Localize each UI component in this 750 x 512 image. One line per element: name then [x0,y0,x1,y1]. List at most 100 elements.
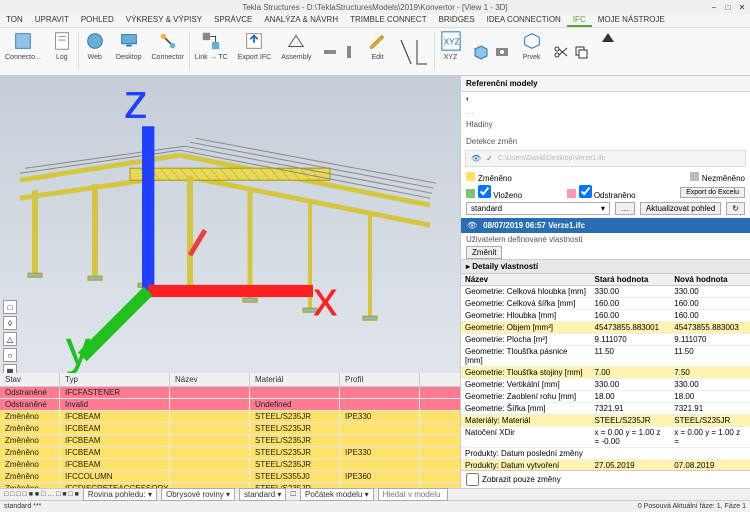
detail-row[interactable]: Geometrie: Objem [mm³]45473855.883001454… [461,322,750,334]
menu-tab-sprvce[interactable]: SPRÁVCE [208,14,258,27]
log-btn[interactable]: Log [46,28,78,75]
vlozeno-check[interactable] [478,185,491,198]
standard-dropdown[interactable]: standard ▾ [466,202,610,215]
table-row[interactable]: ZměněnoIFCBEAMSTEEL/S235JRIPE330 [0,447,460,459]
link-icon [200,30,222,52]
detail-row[interactable]: Produkty: Datum vytvoření27.05.201907.08… [461,460,750,470]
line-tool-icon[interactable] [399,38,413,66]
beam-icon[interactable] [322,44,338,60]
tool-4-icon[interactable]: ○ [3,348,17,362]
update-view-btn[interactable]: Aktualizovat pohled [640,202,721,215]
detail-row[interactable]: Geometrie: Celková hloubka [mm]330.00330… [461,286,750,298]
menu-tab-trimbleconnect[interactable]: TRIMBLE CONNECT [344,14,432,27]
connector-btn[interactable]: Connecto... [0,28,46,75]
back-icon[interactable]: ‹ [466,94,469,103]
desktop-btn[interactable]: Desktop [111,28,147,75]
connector-icon [157,30,179,52]
tool-2-icon[interactable]: ◊ [3,316,17,330]
menu-tab-bridges[interactable]: BRIDGES [433,14,481,27]
bracket-icon[interactable] [415,38,429,66]
status-dropdown1[interactable]: Rovina pohledu: ▾ [83,488,157,501]
mt-col-2[interactable]: Název [170,373,250,386]
prvek-btn[interactable]: Prvek [516,28,548,75]
detail-row[interactable]: Materiály: MateriálSTEEL/S235JRSTEEL/S23… [461,415,750,427]
menu-tab-mojenstroje[interactable]: MOJE NÁSTROJE [592,14,671,27]
link-btn[interactable]: Link → TC [190,28,233,75]
odstraneno-check[interactable] [579,185,592,198]
detail-row[interactable]: Geometrie: Tloušťka stojiny [mm]7.007.50 [461,367,750,379]
menu-tab-vkresyvpisy[interactable]: VÝKRESY & VÝPISY [120,14,208,27]
check-icon[interactable]: ✓ [486,154,493,163]
detekce-label: Detekce změn [461,135,750,148]
eye-icon[interactable]: 👁 [471,154,481,163]
hladiny-label[interactable]: Hladiny [461,118,750,131]
refresh-btn[interactable]: ↻ [726,202,745,215]
details-title[interactable]: Detaily vlastností [472,262,538,271]
xyz-btn[interactable]: XYZ XYZ [435,28,467,75]
table-row[interactable]: ZměněnoIFCBEAMSTEEL/S235JR [0,459,460,471]
show-changes-check[interactable]: Zobrazit pouze změny [466,473,745,486]
export-excel-btn[interactable]: Export do Excelu [680,187,745,198]
table-row[interactable]: ZměněnoIFCBEAMSTEEL/S235JRIPE330 [0,411,460,423]
detail-row[interactable]: Geometrie: Plocha [m²]9.1110709.111070 [461,334,750,346]
detail-row[interactable]: Geometrie: Vertikální [mm]330.00330.00 [461,379,750,391]
table-row[interactable]: OdstraněnéIFCFASTENER [0,387,460,399]
detail-row[interactable]: Geometrie: Šířka [mm]7321.917321.91 [461,403,750,415]
connector2-btn[interactable]: Connector [147,28,189,75]
menu-tab-ifc[interactable]: IFC [567,14,592,27]
eye-icon: 👁 [467,221,477,230]
userprops-label: Uživatelem definované vlastnosti [461,233,750,246]
search-model-input[interactable] [378,488,448,501]
dots: … [461,105,750,118]
assembly-btn[interactable]: Assembly [276,28,316,75]
menu-tab-ton[interactable]: TON [0,14,29,27]
tool-1-icon[interactable]: □ [3,300,17,314]
scissors-icon[interactable] [553,44,569,60]
up-btn[interactable] [594,28,622,75]
close-icon[interactable]: ✕ [737,2,747,12]
edit-btn[interactable]: Edit [362,28,394,75]
status-dropdown4[interactable]: Počátek modelu ▾ [300,488,374,501]
menu-tab-ideaconnection[interactable]: IDEA CONNECTION [481,14,567,27]
table-row[interactable]: ZměněnoIFCCOLUMNSTEEL/S355J0IPE360 [0,471,460,483]
status-dropdown3[interactable]: standard ▾ [239,488,286,501]
detail-row[interactable]: Geometrie: Zaoblení rohu [mm]18.0018.00 [461,391,750,403]
tool-3-icon[interactable]: △ [3,332,17,346]
axis-indicator: z x y [0,85,440,373]
web-icon [84,30,106,52]
element-icon [521,30,543,52]
file-bar[interactable]: 👁 08/07/2019 06:57 Verze1.ifc [461,218,750,233]
table-row[interactable]: OdstraněnéInvalidUndefined [0,399,460,411]
web-btn[interactable]: Web [79,28,111,75]
export-btn[interactable]: Export IFC [233,28,276,75]
detail-row[interactable]: Natočení XDirx = 0.00 y = 1.00 z = -0.00… [461,427,750,448]
mt-col-4[interactable]: Profil [340,373,420,386]
minimize-icon[interactable]: − [709,2,719,12]
zmenit-btn[interactable]: Změnit [466,246,502,259]
module-icon [12,30,34,52]
status-right: 0 Posouvá Aktuální fáze: 1, Fáze 1 [638,503,746,510]
status-dropdown2[interactable]: Obrysové roviny ▾ [161,488,235,501]
detail-row[interactable]: Geometrie: Celková šířka [mm]160.00160.0… [461,298,750,310]
box-icon[interactable] [472,43,490,61]
detail-row[interactable]: Produkty: Datum poslední změny [461,448,750,460]
column-icon[interactable] [341,44,357,60]
maximize-icon[interactable]: □ [723,2,733,12]
copy-icon[interactable] [573,44,589,60]
3d-viewport[interactable]: z x y □ ◊ △ ○ ▦ StavTypNázevMateriálProf… [0,76,460,488]
camera-icon[interactable] [493,43,511,61]
detail-row[interactable]: Geometrie: Hloubka [mm]160.00160.00 [461,310,750,322]
table-row[interactable]: ZměněnoIFCBEAMSTEEL/S235JR [0,435,460,447]
menu-tab-upravit[interactable]: UPRAVIT [29,14,75,27]
export-icon [243,30,265,52]
mt-col-3[interactable]: Materiál [250,373,340,386]
detail-row[interactable]: Geometrie: Tloušťka pásnice [mm]11.5011.… [461,346,750,367]
menu-tab-analzanvrh[interactable]: ANALÝZA & NÁVRH [258,14,344,27]
table-row[interactable]: ZměněnoIFCBEAMSTEEL/S235JR [0,423,460,435]
mt-col-1[interactable]: Typ [60,373,170,386]
menu-tab-pohled[interactable]: POHLED [75,14,120,27]
browse-btn[interactable]: … [615,202,635,215]
mt-col-0[interactable]: Stav [0,373,60,386]
assembly-icon [285,30,307,52]
table-row[interactable]: ZměněnoIFCDISCRETEACCESSORYSTEEL/S235JR [0,483,460,488]
